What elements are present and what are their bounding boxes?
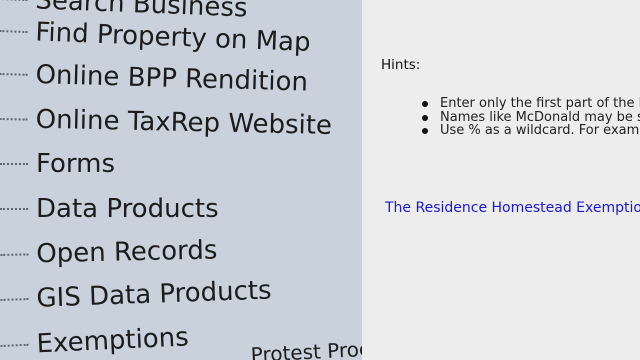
sidebar-item-label: Online TaxRep Website (35, 104, 333, 141)
tree-connector (0, 117, 28, 121)
list-item: Enter only the first part of the last na… (422, 97, 640, 111)
tree-connector (0, 163, 28, 165)
hints-heading: Hints: (381, 57, 421, 73)
bullet-icon (422, 101, 428, 107)
tree-connector (0, 253, 29, 256)
sidebar-nav: Search Business Find Property on Map Onl… (0, 0, 362, 360)
hints-list: Enter only the first part of the last na… (422, 97, 640, 138)
list-item: Names like McDonald may be spelled diffe… (422, 110, 640, 125)
tree-connector (0, 0, 28, 2)
list-item: Use % as a wildcard. For example (422, 124, 640, 138)
sidebar-item-label: Exemptions (35, 322, 190, 360)
tree-connector (0, 29, 28, 34)
sidebar-item-label: GIS Data Products (35, 275, 273, 314)
sidebar-item-label: Data Products (36, 194, 219, 224)
tree-connector (0, 343, 29, 347)
sidebar-item-label: Find Property on Map (34, 17, 312, 58)
tree-connector (0, 298, 29, 301)
tree-connector (0, 208, 28, 210)
hint-text: Use % as a wildcard. For example (440, 123, 640, 138)
main-content: Hints: Enter only the first part of the … (362, 0, 640, 360)
sidebar-item-label: Open Records (35, 235, 218, 270)
tree-connector (0, 72, 28, 76)
bullet-icon (422, 114, 428, 121)
sidebar-item-label: Online BPP Rendition (35, 60, 309, 98)
sidebar-item-label: Protest Process (250, 335, 362, 360)
bullet-icon (422, 128, 428, 134)
sidebar-item-label: Forms (36, 149, 116, 179)
homestead-exemption-link[interactable]: The Residence Homestead Exemption Applic… (385, 200, 640, 216)
